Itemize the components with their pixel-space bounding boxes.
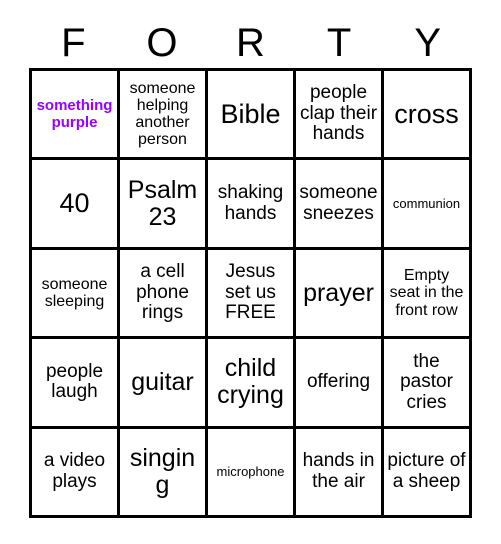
bingo-cell[interactable]: people laugh (32, 339, 120, 429)
bingo-cell-label: people laugh (45, 360, 104, 403)
bingo-row: something purple someone helping another… (32, 71, 472, 161)
bingo-cell-label: Jesus set us FREE (225, 261, 276, 324)
bingo-cell[interactable]: someone sleeping (32, 249, 120, 340)
bingo-cell[interactable]: 40 (32, 160, 120, 250)
bingo-cell[interactable]: hands in the air (296, 428, 384, 519)
bingo-cell-label: microphone (216, 463, 285, 479)
bingo-cell[interactable]: a video plays (32, 428, 120, 519)
bingo-row: a video plays singing microphone hands i… (32, 428, 472, 519)
bingo-cell[interactable]: people clap their hands (296, 71, 384, 161)
bingo-cell-label: singing (129, 443, 196, 499)
bingo-cell[interactable]: Psalm 23 (120, 160, 208, 250)
bingo-cell-label: something purple (36, 96, 113, 132)
header-letter-2: O (146, 21, 178, 65)
bingo-cell-label: people clap their hands (299, 82, 378, 145)
bingo-cell-label: 40 (59, 188, 90, 219)
bingo-cell[interactable]: cross (384, 71, 472, 161)
header-letter-5: Y (414, 21, 442, 65)
bingo-cell-label: shaking hands (217, 182, 284, 224)
bingo-row: people laugh guitar child crying offerin… (32, 339, 472, 429)
bingo-cell-label: someone sleeping (41, 275, 108, 311)
bingo-cell-label: child crying (217, 354, 284, 410)
bingo-grid: something purple someone helping another… (29, 68, 472, 519)
bingo-cell[interactable]: offering (296, 339, 384, 429)
bingo-cell-label: someone helping another person (129, 79, 196, 149)
bingo-cell[interactable]: communion (384, 160, 472, 250)
bingo-row: 40 Psalm 23 shaking hands someone sneeze… (32, 160, 472, 250)
bingo-cell-label: Empty seat in the front row (389, 267, 464, 319)
bingo-cell[interactable]: guitar (120, 339, 208, 429)
bingo-cell[interactable]: the pastor cries (384, 339, 472, 429)
bingo-cell-label: offering (306, 371, 371, 393)
bingo-cell[interactable]: a cell phone rings (120, 249, 208, 340)
bingo-cell-label: Bible (220, 98, 281, 129)
bingo-cell-label: picture of a sheep (387, 450, 466, 492)
header-letter-4: T (326, 21, 352, 65)
bingo-cell[interactable]: someone helping another person (120, 71, 208, 161)
bingo-cell-label: cross (394, 98, 459, 129)
bingo-cell[interactable]: someone sneezes (296, 160, 384, 250)
bingo-cell-label: hands in the air (302, 450, 375, 492)
bingo-cell-label: communion (392, 195, 461, 211)
bingo-header-letters: F O R T Y (29, 18, 472, 68)
bingo-cell-label: Psalm 23 (127, 175, 198, 231)
bingo-cell-label: guitar (131, 367, 194, 396)
bingo-cell[interactable]: something purple (32, 71, 120, 161)
bingo-cell-label: the pastor cries (400, 350, 453, 413)
bingo-cell[interactable]: Jesus set us FREE (208, 249, 296, 340)
bingo-cell[interactable]: shaking hands (208, 160, 296, 250)
bingo-cell[interactable]: picture of a sheep (384, 428, 472, 519)
bingo-cell[interactable]: singing (120, 428, 208, 519)
bingo-row: someone sleeping a cell phone rings Jesu… (32, 249, 472, 340)
bingo-cell-label: prayer (303, 278, 374, 307)
bingo-cell[interactable]: prayer (296, 249, 384, 340)
bingo-cell[interactable]: Bible (208, 71, 296, 161)
bingo-cell-label: a video plays (43, 450, 106, 492)
bingo-card: F O R T Y something purple someone helpi… (29, 18, 472, 519)
bingo-cell[interactable]: microphone (208, 428, 296, 519)
bingo-cell-label: someone sneezes (299, 182, 378, 224)
header-letter-1: F (61, 21, 86, 65)
header-letter-3: R (236, 21, 265, 65)
bingo-cell[interactable]: Empty seat in the front row (384, 249, 472, 340)
bingo-cell-label: a cell phone rings (136, 261, 189, 324)
bingo-cell[interactable]: child crying (208, 339, 296, 429)
